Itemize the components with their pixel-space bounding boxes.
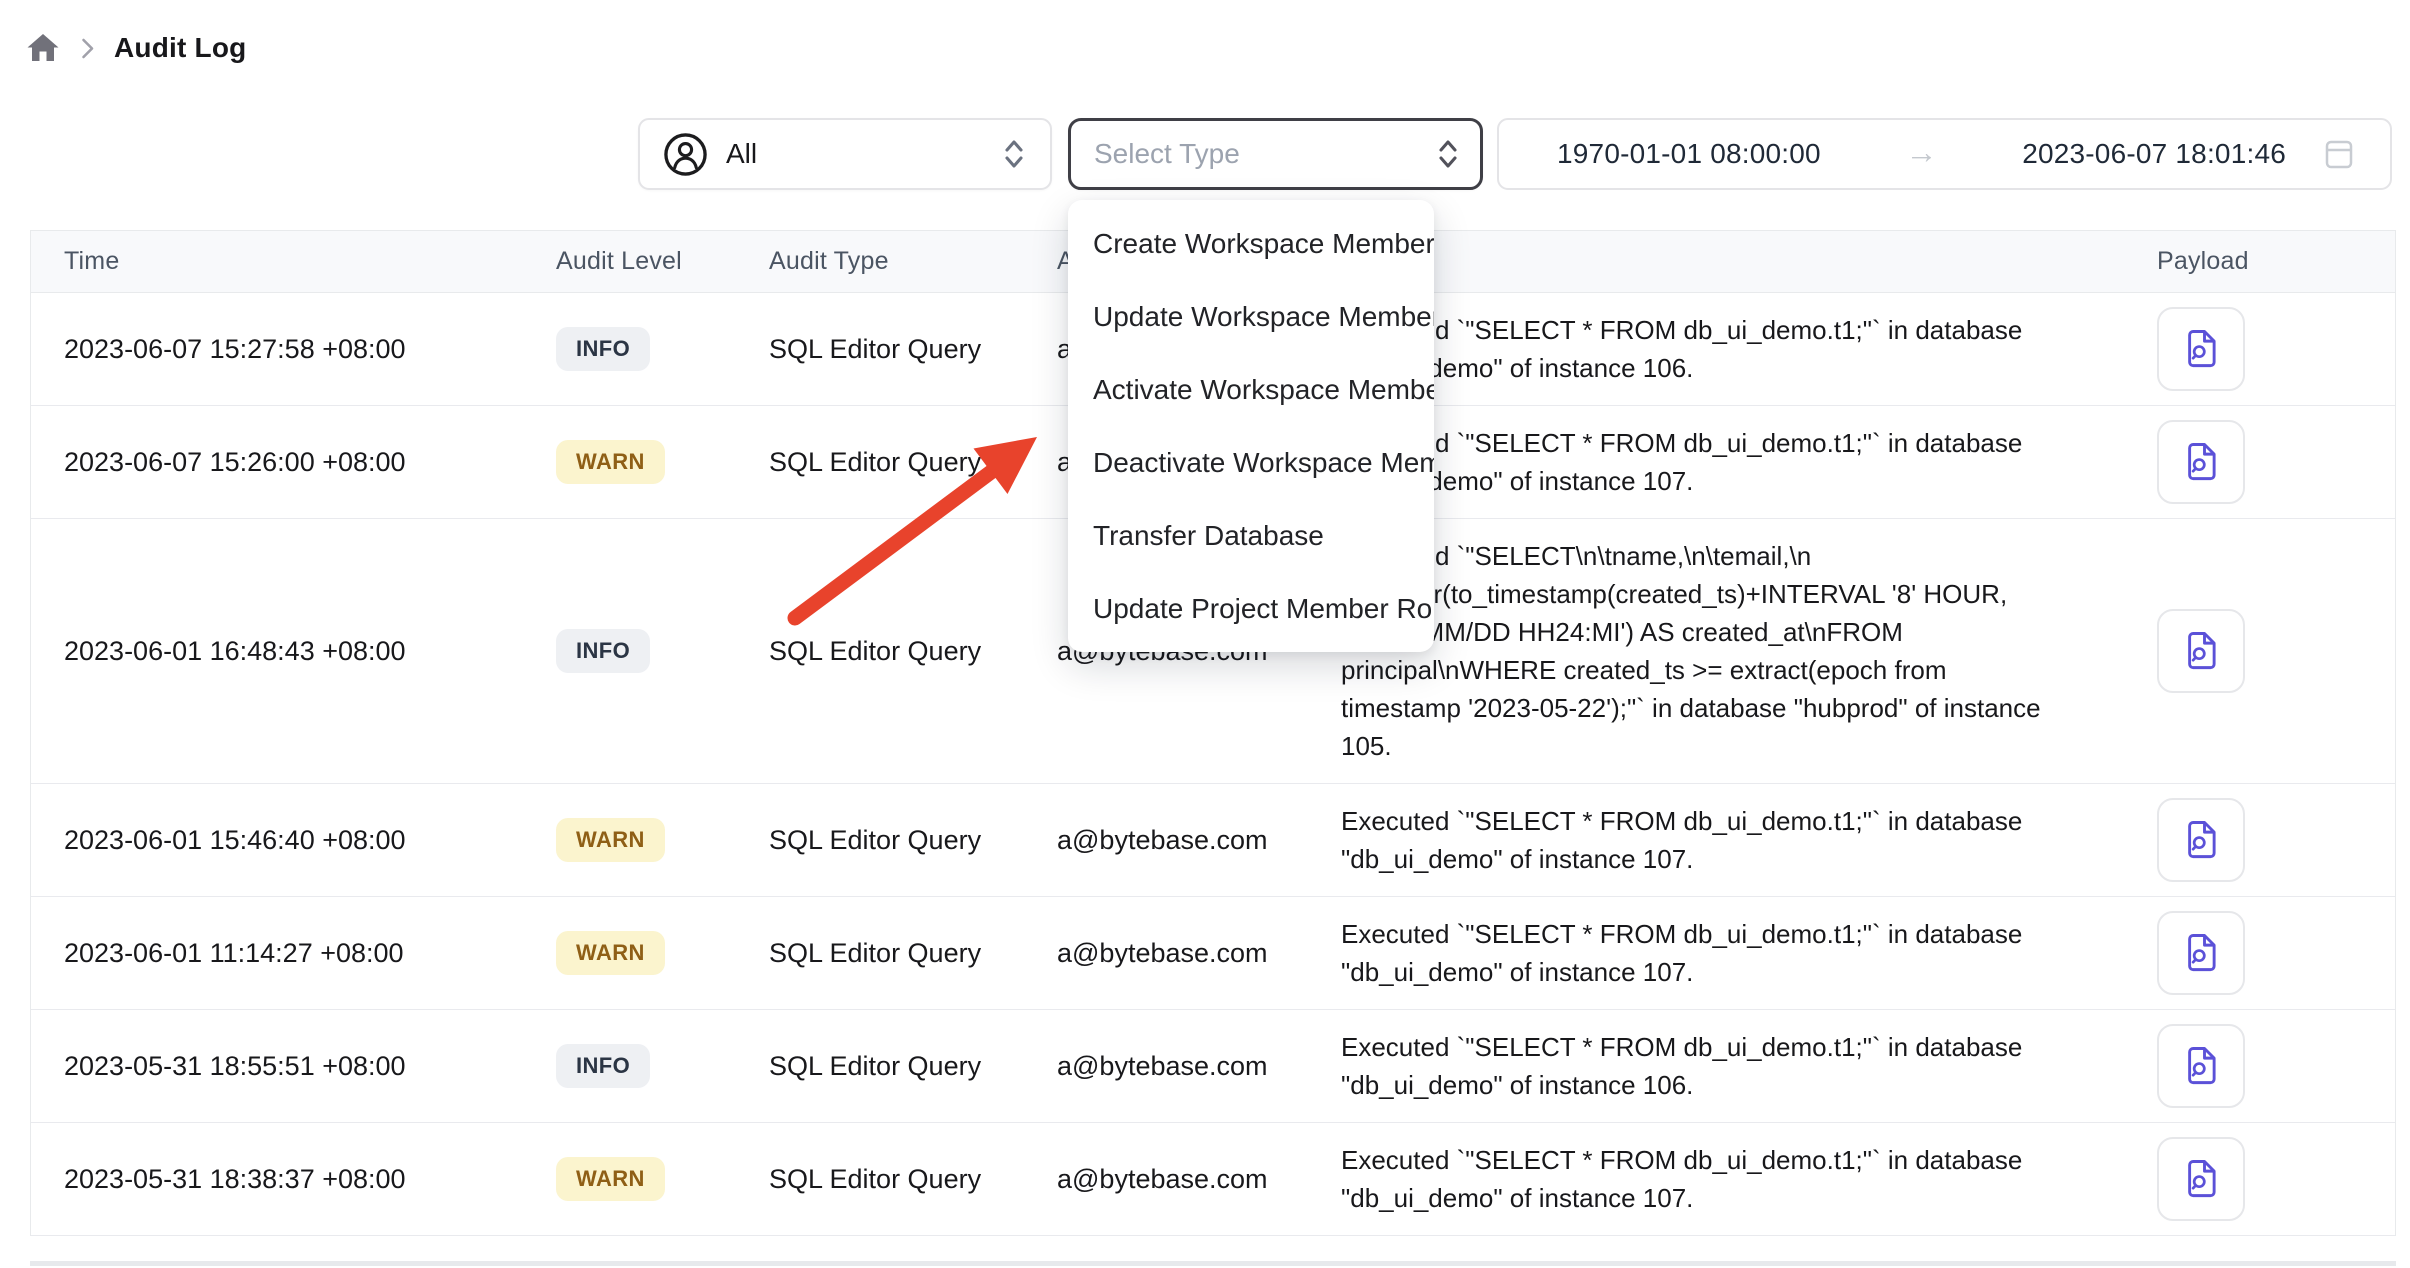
breadcrumb: Audit Log <box>25 30 246 66</box>
table-row: 2023-06-01 11:14:27 +08:00 WARN SQL Edit… <box>31 897 2395 1010</box>
audit-type: SQL Editor Query <box>731 447 1021 478</box>
audit-actor: a@bytebase.com <box>1021 1164 1306 1195</box>
type-filter-select[interactable]: Select Type <box>1068 118 1483 190</box>
type-dropdown-item[interactable]: Activate Workspace Member <box>1068 353 1434 426</box>
type-filter-dropdown: Create Workspace Member Update Workspace… <box>1068 200 1434 652</box>
file-search-icon <box>2180 439 2222 485</box>
audit-comment: Executed `"SELECT * FROM db_ui_demo.t1;"… <box>1306 897 2073 1009</box>
view-payload-button[interactable] <box>2157 420 2245 504</box>
page-title: Audit Log <box>114 32 246 64</box>
file-search-icon <box>2180 817 2222 863</box>
audit-type: SQL Editor Query <box>731 334 1021 365</box>
view-payload-button[interactable] <box>2157 1024 2245 1108</box>
audit-actor: a@bytebase.com <box>1021 938 1306 969</box>
audit-type: SQL Editor Query <box>731 1051 1021 1082</box>
audit-time: 2023-05-31 18:55:51 +08:00 <box>31 1051 521 1082</box>
audit-level-badge: WARN <box>556 440 665 484</box>
table-row: 2023-06-01 15:46:40 +08:00 WARN SQL Edit… <box>31 784 2395 897</box>
audit-actor: a@bytebase.com <box>1021 1051 1306 1082</box>
type-dropdown-item[interactable]: Transfer Database <box>1068 499 1434 572</box>
date-range-start: 1970-01-01 08:00:00 <box>1557 138 1821 170</box>
calendar-icon <box>2324 137 2354 171</box>
actor-filter-select[interactable]: All <box>638 118 1052 190</box>
column-header-payload: Payload <box>2116 247 2395 276</box>
audit-time: 2023-06-07 15:26:00 +08:00 <box>31 447 521 478</box>
date-range-picker[interactable]: 1970-01-01 08:00:00 → 2023-06-07 18:01:4… <box>1497 118 2392 190</box>
column-header-time: Time <box>31 247 521 276</box>
view-payload-button[interactable] <box>2157 911 2245 995</box>
column-header-type: Audit Type <box>731 247 1021 276</box>
audit-type: SQL Editor Query <box>731 825 1021 856</box>
audit-time: 2023-06-01 15:46:40 +08:00 <box>31 825 521 856</box>
view-payload-button[interactable] <box>2157 798 2245 882</box>
file-search-icon <box>2180 1156 2222 1202</box>
audit-level-badge: WARN <box>556 931 665 975</box>
type-dropdown-item[interactable]: Update Workspace Member <box>1068 280 1434 353</box>
audit-level-badge: WARN <box>556 818 665 862</box>
select-chevrons-icon <box>1434 134 1462 174</box>
audit-level-badge: INFO <box>556 629 650 673</box>
date-range-end: 2023-06-07 18:01:46 <box>2022 138 2286 170</box>
chevron-right-icon <box>80 37 95 60</box>
file-search-icon <box>2180 326 2222 372</box>
audit-type: SQL Editor Query <box>731 938 1021 969</box>
type-dropdown-item[interactable]: Create Workspace Member <box>1068 207 1434 280</box>
audit-type: SQL Editor Query <box>731 1164 1021 1195</box>
type-dropdown-item[interactable]: Update Project Member Role <box>1068 572 1434 645</box>
view-payload-button[interactable] <box>2157 609 2245 693</box>
audit-actor: a@bytebase.com <box>1021 825 1306 856</box>
audit-log-page: Audit Log All Select Type 1970-01-01 08:… <box>0 0 2410 1268</box>
type-dropdown-item[interactable]: Deactivate Workspace Member <box>1068 426 1434 499</box>
audit-time: 2023-05-31 18:38:37 +08:00 <box>31 1164 521 1195</box>
audit-time: 2023-06-01 11:14:27 +08:00 <box>31 938 521 969</box>
select-chevrons-icon <box>1000 134 1028 174</box>
table-row: 2023-05-31 18:38:37 +08:00 WARN SQL Edit… <box>31 1123 2395 1236</box>
audit-level-badge: WARN <box>556 1157 665 1201</box>
file-search-icon <box>2180 930 2222 976</box>
date-range-arrow-icon: → <box>1906 134 1938 171</box>
audit-comment: Executed `"SELECT * FROM db_ui_demo.t1;"… <box>1306 784 2073 896</box>
type-filter-placeholder: Select Type <box>1094 138 1240 170</box>
audit-time: 2023-06-01 16:48:43 +08:00 <box>31 636 521 667</box>
file-search-icon <box>2180 628 2222 674</box>
home-icon[interactable] <box>25 30 61 66</box>
audit-time: 2023-06-07 15:27:58 +08:00 <box>31 334 521 365</box>
audit-comment: Executed `"SELECT * FROM db_ui_demo.t1;"… <box>1306 1123 2073 1235</box>
audit-type: SQL Editor Query <box>731 636 1021 667</box>
user-circle-icon <box>662 131 709 178</box>
column-header-level: Audit Level <box>521 247 731 276</box>
audit-level-badge: INFO <box>556 1044 650 1088</box>
audit-level-badge: INFO <box>556 327 650 371</box>
table-row: 2023-05-31 18:55:51 +08:00 INFO SQL Edit… <box>31 1010 2395 1123</box>
actor-filter-value: All <box>726 138 757 170</box>
view-payload-button[interactable] <box>2157 307 2245 391</box>
view-payload-button[interactable] <box>2157 1137 2245 1221</box>
audit-comment: Executed `"SELECT * FROM db_ui_demo.t1;"… <box>1306 1010 2073 1122</box>
table-bottom-divider <box>30 1261 2396 1266</box>
file-search-icon <box>2180 1043 2222 1089</box>
